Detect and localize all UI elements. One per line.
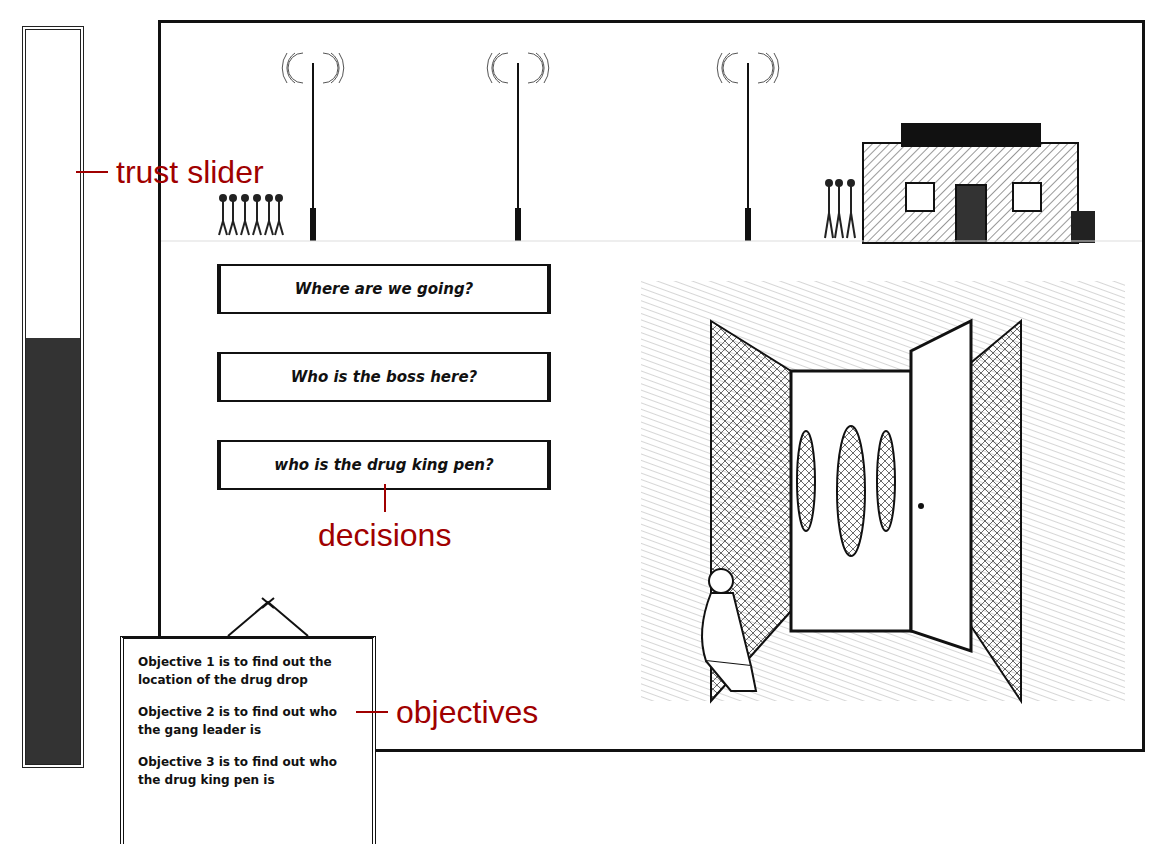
trust-slider-fill <box>26 338 80 764</box>
decisions-annotation: decisions <box>318 484 451 554</box>
street-scene <box>161 23 1142 261</box>
decision-button[interactable]: Where are we going? <box>217 264 551 314</box>
objectives-panel: Objective 1 is to find out the location … <box>120 596 376 844</box>
objectives-board: Objective 1 is to find out the location … <box>120 636 376 844</box>
decision-button[interactable]: Who is the boss here? <box>217 352 551 402</box>
street-lamp-icon <box>282 53 344 241</box>
objectives-annotation: objectives <box>356 693 538 731</box>
silhouettes-icon <box>797 426 895 556</box>
building-icon <box>863 123 1095 243</box>
objective-item: Objective 1 is to find out the location … <box>138 653 362 689</box>
street-lamp-icon <box>487 53 549 241</box>
objective-item: Objective 3 is to find out who the drug … <box>138 753 362 789</box>
street-lamp-icon <box>717 53 779 241</box>
decision-button[interactable]: who is the drug king pen? <box>217 440 551 490</box>
trust-slider[interactable] <box>22 26 84 768</box>
objective-item: Objective 2 is to find out who the gang … <box>138 703 362 739</box>
pedestrians-icon <box>219 180 855 238</box>
doorway-illustration <box>641 281 1125 731</box>
hanger-icon <box>218 596 318 636</box>
crouching-figure-icon <box>702 569 756 691</box>
trust-slider-annotation: trust slider <box>76 153 264 191</box>
game-screen: Where are we going? Who is the boss here?… <box>0 0 1168 844</box>
